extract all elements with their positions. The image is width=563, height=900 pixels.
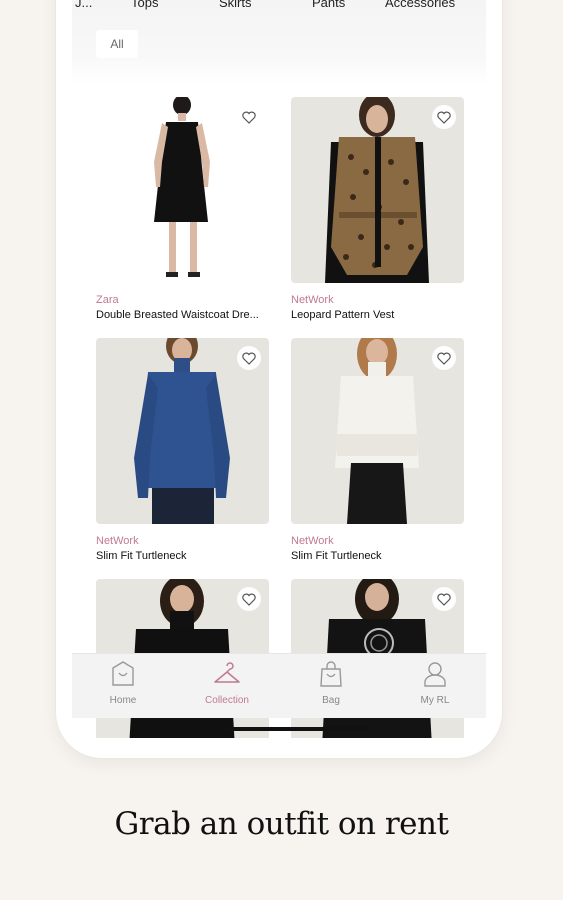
tab-j[interactable]: J... [75,0,92,10]
product-image[interactable] [96,338,269,524]
product-title[interactable]: Leopard Pattern Vest [291,309,466,321]
product-image[interactable] [291,97,464,283]
nav-bag[interactable]: Bag [286,660,376,706]
category-tabs: J... Tops Skirts Pants Accessories [72,0,486,17]
wishlist-heart-icon[interactable] [432,587,456,611]
nav-bag-label: Bag [322,695,340,706]
marketing-tagline: Grab an outfit on rent [114,806,449,842]
product-brand: Zara [96,294,119,306]
product-title[interactable]: Slim Fit Turtleneck [96,550,271,562]
wishlist-heart-icon[interactable] [432,105,456,129]
home-bag-icon [112,661,134,686]
product-brand: NetWork [96,535,139,547]
home-indicator[interactable] [222,727,370,731]
product-title[interactable]: Double Breasted Waistcoat Dre... [96,309,271,321]
filter-chip-all[interactable]: All [96,30,138,58]
category-header: J... Tops Skirts Pants Accessories All [72,0,486,85]
user-icon [424,662,446,687]
nav-collection[interactable]: Collection [182,660,272,706]
nav-my-rl[interactable]: My RL [390,660,480,706]
wishlist-heart-icon[interactable] [432,346,456,370]
shopping-bag-icon [320,661,342,687]
nav-home-label: Home [109,695,137,706]
product-brand: NetWork [291,294,334,306]
product-brand: NetWork [291,535,334,547]
product-image[interactable] [96,97,269,283]
hanger-icon [214,662,240,683]
nav-collection-label: Collection [205,695,249,706]
tab-accessories[interactable]: Accessories [385,0,455,10]
product-title[interactable]: Slim Fit Turtleneck [291,550,466,562]
bottom-navigation: Home Collection Bag My RL [72,653,486,718]
wishlist-heart-icon[interactable] [237,587,261,611]
tab-tops[interactable]: Tops [131,0,158,10]
wishlist-heart-icon[interactable] [237,346,261,370]
tab-pants[interactable]: Pants [312,0,345,10]
app-screen: J... Tops Skirts Pants Accessories All Z… [72,0,486,738]
tab-skirts[interactable]: Skirts [219,0,252,10]
product-image[interactable] [291,338,464,524]
wishlist-heart-icon[interactable] [237,105,261,129]
nav-home[interactable]: Home [78,660,168,706]
phone-frame: J... Tops Skirts Pants Accessories All Z… [56,0,502,758]
nav-my-rl-label: My RL [420,695,450,706]
